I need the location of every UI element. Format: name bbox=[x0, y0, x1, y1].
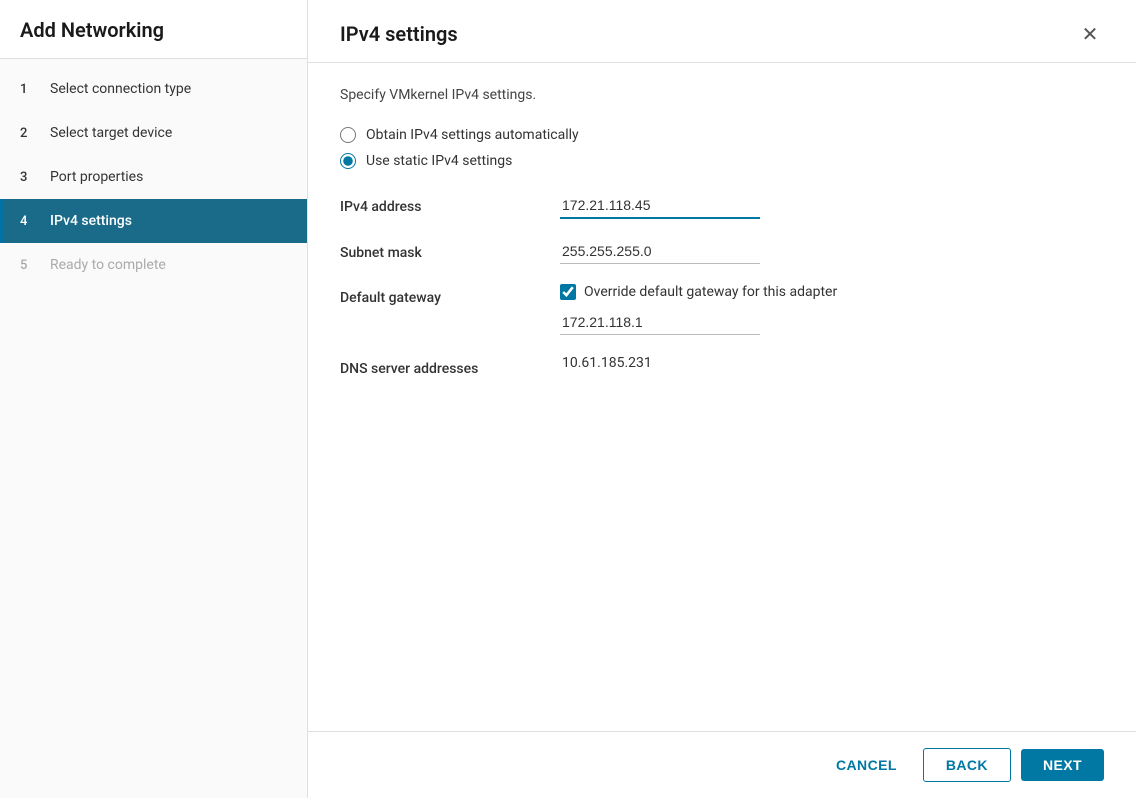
subnet-mask-input[interactable] bbox=[560, 239, 760, 264]
radio-use-static[interactable]: Use static IPv4 settings bbox=[340, 153, 1104, 169]
modal-dialog: Add Networking 1 Select connection type … bbox=[0, 0, 1136, 798]
override-gateway-checkbox-row: Override default gateway for this adapte… bbox=[560, 284, 1104, 300]
step-number-3: 3 bbox=[20, 170, 40, 185]
sidebar-item-port-properties[interactable]: 3 Port properties bbox=[0, 155, 307, 199]
back-button[interactable]: BACK bbox=[923, 748, 1011, 782]
main-body: Specify VMkernel IPv4 settings. Obtain I… bbox=[308, 63, 1136, 731]
dns-value: 10.61.185.231 bbox=[560, 351, 654, 376]
step-label-3: Port properties bbox=[50, 169, 143, 185]
dns-row: DNS server addresses 10.61.185.231 bbox=[340, 355, 1104, 377]
step-number-5: 5 bbox=[20, 258, 40, 273]
override-gateway-label: Override default gateway for this adapte… bbox=[584, 284, 837, 300]
next-button[interactable]: NEXT bbox=[1021, 749, 1104, 781]
radio-input-static[interactable] bbox=[340, 153, 356, 169]
step-number-1: 1 bbox=[20, 82, 40, 97]
close-button[interactable]: ✕ bbox=[1076, 20, 1104, 48]
radio-input-obtain[interactable] bbox=[340, 127, 356, 143]
override-gateway-checkbox[interactable] bbox=[560, 284, 576, 300]
default-gateway-field: Override default gateway for this adapte… bbox=[560, 284, 1104, 335]
ipv4-address-field bbox=[560, 193, 1104, 219]
gateway-input-container bbox=[560, 310, 1104, 335]
sidebar-item-ready-to-complete: 5 Ready to complete bbox=[0, 243, 307, 287]
default-gateway-label: Default gateway bbox=[340, 284, 560, 306]
sidebar-title: Add Networking bbox=[0, 0, 307, 59]
page-title: IPv4 settings bbox=[340, 22, 458, 46]
dns-field: 10.61.185.231 bbox=[560, 355, 1104, 371]
dns-label: DNS server addresses bbox=[340, 355, 560, 377]
sidebar: Add Networking 1 Select connection type … bbox=[0, 0, 308, 798]
sidebar-steps: 1 Select connection type 2 Select target… bbox=[0, 59, 307, 798]
main-header: IPv4 settings ✕ bbox=[308, 0, 1136, 63]
ipv4-address-row: IPv4 address bbox=[340, 193, 1104, 219]
subnet-mask-label: Subnet mask bbox=[340, 239, 560, 261]
subnet-mask-row: Subnet mask bbox=[340, 239, 1104, 264]
step-number-2: 2 bbox=[20, 126, 40, 141]
step-label-5: Ready to complete bbox=[50, 257, 166, 273]
ipv4-address-input[interactable] bbox=[560, 193, 760, 219]
step-label-2: Select target device bbox=[50, 125, 172, 141]
radio-obtain-auto[interactable]: Obtain IPv4 settings automatically bbox=[340, 127, 1104, 143]
step-label-1: Select connection type bbox=[50, 81, 191, 97]
ipv4-address-label: IPv4 address bbox=[340, 193, 560, 215]
step-number-4: 4 bbox=[20, 214, 40, 229]
default-gateway-row: Default gateway Override default gateway… bbox=[340, 284, 1104, 335]
radio-label-obtain: Obtain IPv4 settings automatically bbox=[366, 127, 579, 143]
sidebar-item-ipv4-settings[interactable]: 4 IPv4 settings bbox=[0, 199, 307, 243]
subtitle-text: Specify VMkernel IPv4 settings. bbox=[340, 87, 1104, 103]
form-table: IPv4 address Subnet mask Default gateway bbox=[340, 193, 1104, 377]
radio-label-static: Use static IPv4 settings bbox=[366, 153, 512, 169]
subnet-mask-field bbox=[560, 239, 1104, 264]
sidebar-item-target-device[interactable]: 2 Select target device bbox=[0, 111, 307, 155]
step-label-4: IPv4 settings bbox=[50, 213, 132, 229]
gateway-input[interactable] bbox=[560, 310, 760, 335]
main-footer: CANCEL BACK NEXT bbox=[308, 731, 1136, 798]
ipv4-mode-radio-group: Obtain IPv4 settings automatically Use s… bbox=[340, 127, 1104, 169]
main-content: IPv4 settings ✕ Specify VMkernel IPv4 se… bbox=[308, 0, 1136, 798]
cancel-button[interactable]: CANCEL bbox=[820, 749, 913, 781]
sidebar-item-connection-type[interactable]: 1 Select connection type bbox=[0, 67, 307, 111]
